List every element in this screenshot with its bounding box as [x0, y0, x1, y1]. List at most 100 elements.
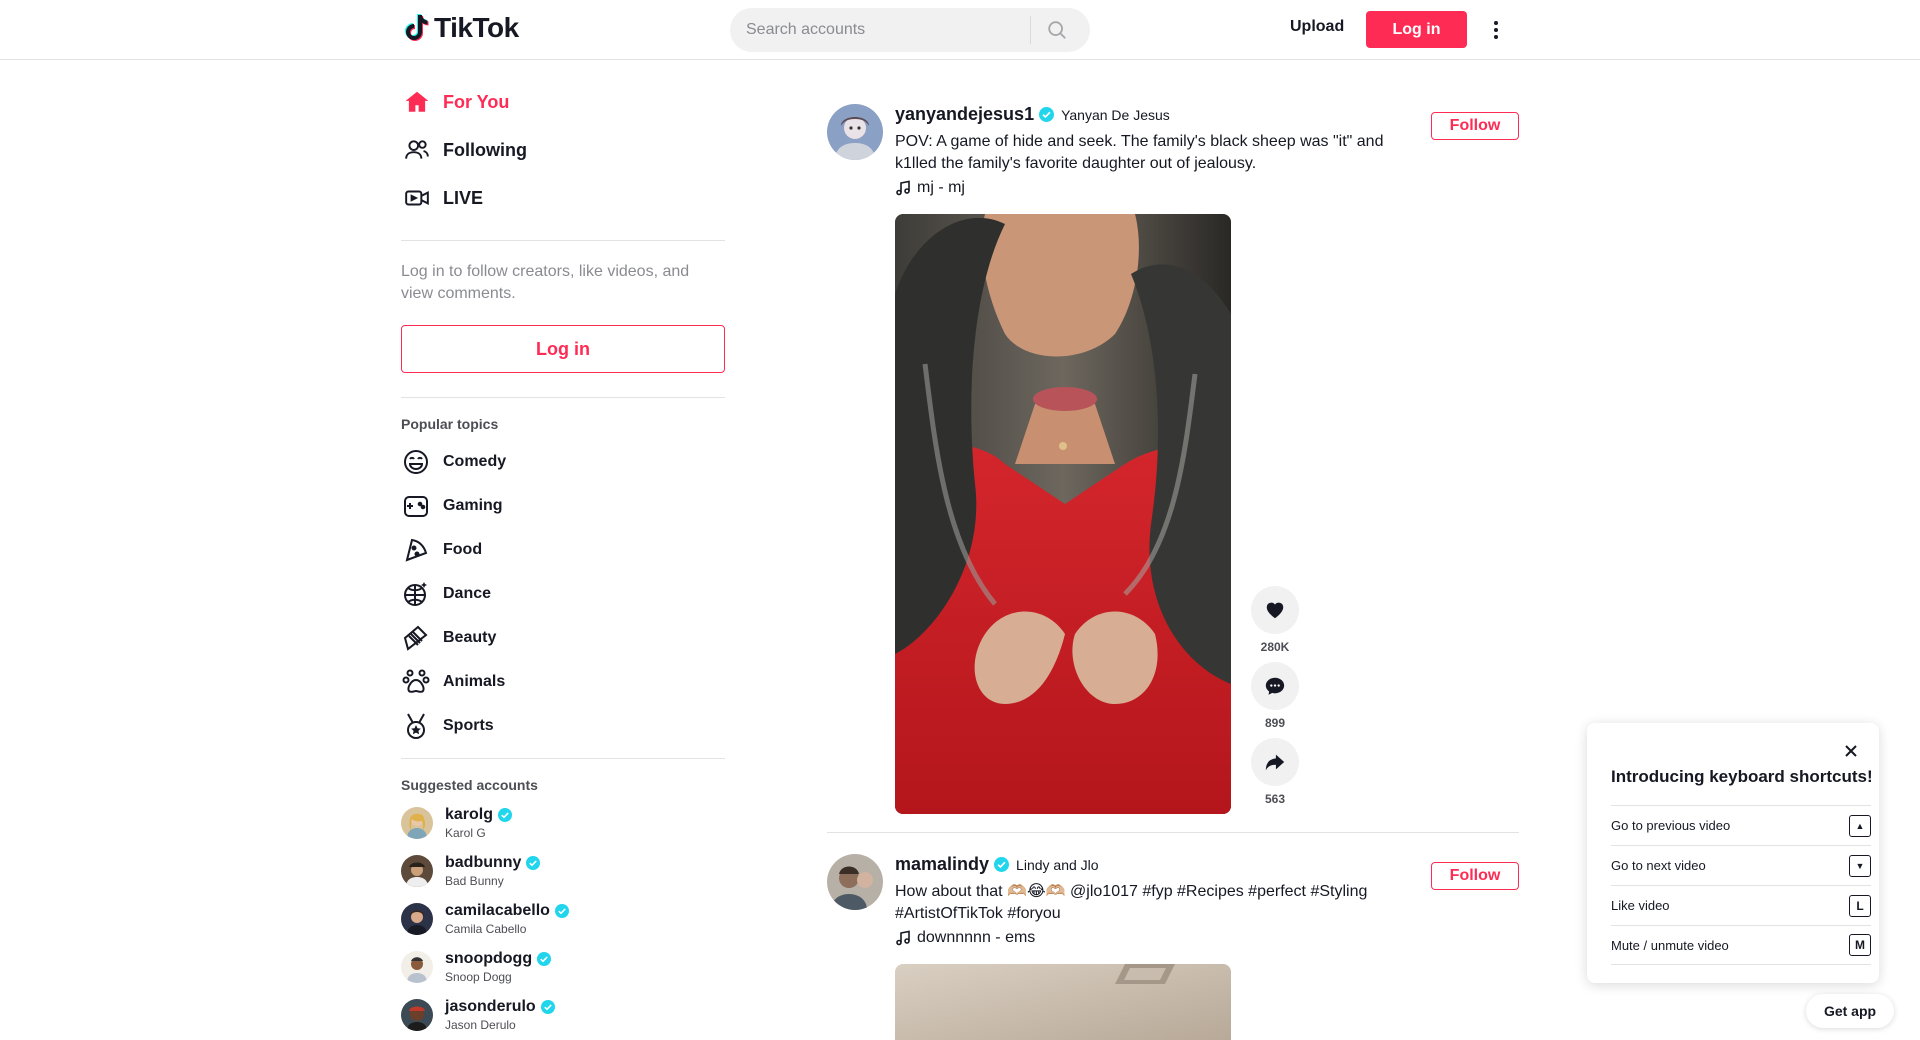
- suggested-account[interactable]: jasonderulo Jason Derulo: [401, 991, 725, 1039]
- share-button[interactable]: [1251, 738, 1299, 786]
- follow-button[interactable]: Follow: [1431, 112, 1519, 140]
- post-music[interactable]: downnnnn - ems: [895, 929, 1395, 947]
- key-up-icon: ▲: [1849, 814, 1871, 837]
- shortcut-row: Like video L: [1611, 885, 1871, 925]
- close-icon: [1845, 745, 1857, 757]
- post-nickname: Yanyan De Jesus: [1061, 106, 1170, 123]
- shortcut-row: Mute / unmute video M: [1611, 925, 1871, 965]
- suggested-accounts-title: Suggested accounts: [401, 777, 538, 793]
- shortcut-label: Mute / unmute video: [1611, 937, 1729, 953]
- shortcut-label: Like video: [1611, 898, 1670, 913]
- nav-label: Following: [443, 139, 527, 160]
- nav-following[interactable]: Following: [401, 126, 725, 174]
- search-button[interactable]: [1031, 8, 1083, 52]
- comment-button[interactable]: [1251, 662, 1299, 710]
- keyboard-shortcuts-popup: Introducing keyboard shortcuts! Go to pr…: [1587, 723, 1879, 983]
- tiktok-logo[interactable]: TikTok: [404, 12, 519, 44]
- tiktok-logo-icon: [405, 14, 429, 41]
- shortcut-label: Go to previous video: [1611, 818, 1731, 833]
- key-l: L: [1849, 894, 1871, 917]
- sidebar-login-button[interactable]: Log in: [401, 325, 725, 373]
- topic-dance[interactable]: Dance: [401, 572, 725, 616]
- account-nickname: Jason Derulo: [445, 1018, 516, 1032]
- post-music[interactable]: mj - mj: [895, 179, 1395, 197]
- nav-label: LIVE: [443, 187, 484, 208]
- like-button[interactable]: [1251, 586, 1299, 634]
- more-menu-button[interactable]: [1484, 16, 1508, 44]
- topic-beauty[interactable]: Beauty: [401, 616, 725, 660]
- nav-label: For You: [443, 91, 510, 112]
- account-username: jasonderulo: [445, 998, 536, 1015]
- verified-badge-icon: [994, 857, 1010, 872]
- author-avatar[interactable]: [827, 104, 883, 160]
- sports-icon: [401, 711, 431, 741]
- shortcut-list: Go to previous video ▲ Go to next video …: [1611, 805, 1871, 965]
- popup-title: Introducing keyboard shortcuts!: [1611, 767, 1873, 786]
- get-app-button[interactable]: Get app: [1806, 994, 1894, 1028]
- post-description: POV: A game of hide and seek. The family…: [895, 133, 1384, 172]
- search-icon: [1048, 21, 1066, 39]
- topic-gaming[interactable]: Gaming: [401, 484, 725, 528]
- live-icon: [403, 184, 431, 212]
- suggested-account[interactable]: snoopdogg Snoop Dogg: [401, 943, 725, 991]
- comment-icon: [1265, 677, 1285, 695]
- account-username: karolg: [445, 806, 494, 823]
- account-nickname: Bad Bunny: [445, 874, 504, 888]
- video-frame: [895, 964, 1231, 1040]
- top-bar: TikTok Upload Log in: [0, 0, 1920, 60]
- music-note-icon: [896, 180, 910, 196]
- shortcut-label: Go to next video: [1611, 858, 1706, 873]
- music-title: downnnnn - ems: [917, 929, 1036, 946]
- suggested-account[interactable]: karolg Karol G: [401, 799, 725, 847]
- account-username: snoopdogg: [445, 950, 533, 967]
- music-note-icon: [896, 930, 910, 946]
- topic-label: Animals: [443, 673, 506, 690]
- video-player[interactable]: [895, 964, 1231, 1040]
- verified-badge-icon: [540, 1000, 555, 1014]
- topic-label: Gaming: [443, 497, 503, 514]
- post-nickname: Lindy and Jlo: [1016, 856, 1099, 873]
- video-player[interactable]: [895, 214, 1231, 814]
- feed-divider: [827, 832, 1519, 833]
- topic-comedy[interactable]: Comedy: [401, 440, 725, 484]
- beauty-icon: [401, 623, 431, 653]
- search-input[interactable]: [730, 21, 1030, 39]
- shortcut-row: Go to previous video ▲: [1611, 805, 1871, 845]
- sidebar-divider: [401, 758, 725, 759]
- post-header: yanyandejesus1 Yanyan De Jesus POV: A ga…: [895, 104, 1395, 197]
- avatar: [401, 951, 433, 983]
- post-header: mamalindy Lindy and Jlo How about that 🫶…: [895, 854, 1395, 947]
- post-author[interactable]: mamalindy Lindy and Jlo: [895, 854, 1395, 875]
- avatar: [401, 903, 433, 935]
- suggested-account[interactable]: camilacabello Camila Cabello: [401, 895, 725, 943]
- close-button[interactable]: [1841, 741, 1861, 761]
- nav-live[interactable]: LIVE: [401, 174, 725, 222]
- post-actions: 280K 899 563: [1251, 586, 1299, 814]
- login-button[interactable]: Log in: [1366, 11, 1467, 48]
- account-username: badbunny: [445, 854, 522, 871]
- topic-sports[interactable]: Sports: [401, 704, 725, 748]
- author-avatar[interactable]: [827, 854, 883, 910]
- popular-topics-title: Popular topics: [401, 416, 499, 432]
- follow-button[interactable]: Follow: [1431, 862, 1519, 890]
- suggested-account[interactable]: badbunny Bad Bunny: [401, 847, 725, 895]
- gaming-icon: [401, 491, 431, 521]
- nav-for-you[interactable]: For You: [401, 78, 725, 126]
- topic-food[interactable]: Food: [401, 528, 725, 572]
- dance-icon: [401, 579, 431, 609]
- sidebar-divider: [401, 397, 725, 398]
- home-icon: [403, 88, 431, 116]
- topic-label: Dance: [443, 585, 492, 602]
- avatar: [401, 855, 433, 887]
- post-description: How about that 🫶🏼😂🫶🏼 @jlo1017 #fyp #Reci…: [895, 883, 1368, 922]
- key-down-icon: ▼: [1849, 854, 1871, 877]
- key-m: M: [1849, 934, 1871, 956]
- sidebar-divider: [401, 240, 725, 241]
- topic-animals[interactable]: Animals: [401, 660, 725, 704]
- post-author[interactable]: yanyandejesus1 Yanyan De Jesus: [895, 104, 1395, 125]
- search-bar: [730, 8, 1090, 52]
- verified-badge-icon: [498, 808, 513, 822]
- shortcut-row: Go to next video ▼: [1611, 845, 1871, 885]
- upload-link[interactable]: Upload: [1290, 18, 1344, 36]
- verified-badge-icon: [1039, 107, 1055, 122]
